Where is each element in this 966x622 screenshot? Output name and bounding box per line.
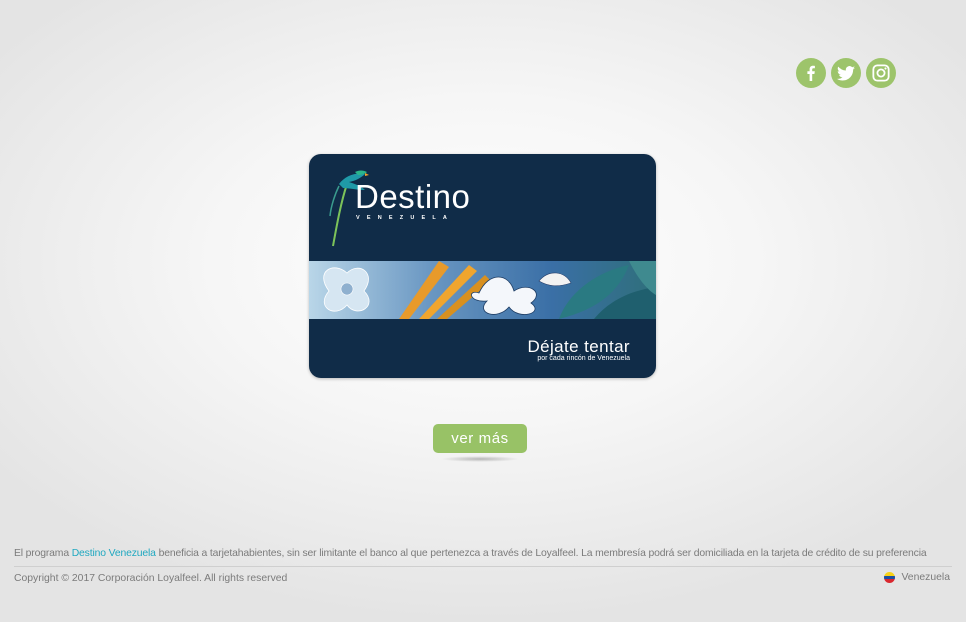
destino-card: Destino VENEZUELA Déjate tentar por cada… [309, 154, 656, 378]
card-slogan-subtitle: por cada rincón de Venezuela [537, 355, 630, 362]
footer-divider [14, 566, 952, 567]
card-title: Destino [355, 178, 471, 215]
instagram-icon [872, 64, 890, 82]
facebook-button[interactable] [796, 58, 826, 88]
footer-intro-suffix: beneficia a tarjetahabientes, sin ser li… [158, 548, 927, 559]
tropical-flowers-band [309, 261, 656, 319]
social-links [796, 58, 896, 88]
ver-mas-button[interactable]: ver más [433, 424, 527, 453]
facebook-icon [807, 65, 815, 81]
button-shadow [441, 456, 519, 462]
footer-intro-prefix: El programa [14, 548, 69, 559]
twitter-button[interactable] [831, 58, 861, 88]
instagram-button[interactable] [866, 58, 896, 88]
country-label: Venezuela [901, 572, 950, 583]
card-subtitle: VENEZUELA [356, 215, 455, 221]
card-slogan: Déjate tentar [527, 337, 630, 356]
copyright-text: Copyright © 2017 Corporación Loyalfeel. … [14, 573, 288, 584]
destino-venezuela-link[interactable]: Destino Venezuela [72, 548, 156, 559]
twitter-icon [837, 65, 855, 80]
country-selector[interactable]: Venezuela [884, 572, 950, 583]
venezuela-flag-icon [884, 572, 896, 583]
footer-description: El programa Destino Venezuela beneficia … [14, 548, 954, 559]
